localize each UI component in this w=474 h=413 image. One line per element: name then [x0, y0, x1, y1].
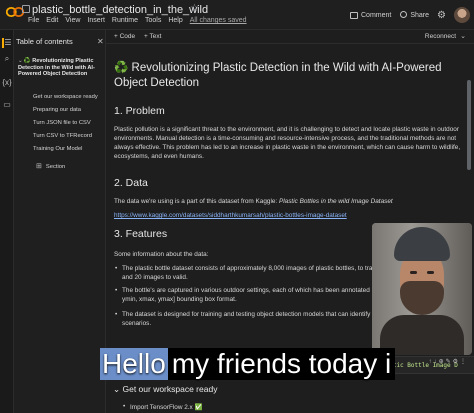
comment-label: Comment [361, 11, 392, 19]
scrollbar[interactable] [467, 60, 471, 350]
feature-item: The plastic bottle dataset consists of a… [115, 265, 382, 283]
problem-text: Plastic pollution is a significant threa… [114, 126, 461, 160]
recycle-icon: ♻️ [114, 62, 129, 74]
comment-icon [350, 11, 358, 19]
menu-file[interactable]: File [28, 17, 39, 27]
toc-icon[interactable]: ☰ [2, 38, 12, 48]
data-text-prefix: The data we're using is a part of this d… [114, 198, 279, 205]
chevron-down-icon[interactable]: ⌄ [460, 32, 466, 40]
webcam-person-eye [427, 271, 434, 274]
save-status[interactable]: All changes saved [190, 17, 247, 27]
workspace-heading-text: Get our workspace ready [122, 384, 218, 394]
share-icon [399, 11, 408, 19]
header-actions: Comment Share ⚙ [350, 5, 470, 25]
toc-item-workspace[interactable]: Get our workspace ready [33, 94, 98, 100]
reconnect-button[interactable]: Reconnect [425, 33, 456, 40]
toc-panel: Table of contents ✕ ⌄♻️ Revolutionizing … [14, 30, 106, 413]
add-section-label: Section [45, 164, 66, 170]
features-heading: 3. Features [114, 228, 168, 240]
menu-edit[interactable]: Edit [46, 17, 58, 27]
variables-icon[interactable]: {x} [2, 78, 12, 88]
video-caption: Hello my friends today i [100, 346, 396, 382]
add-text-button[interactable]: + Text [144, 33, 161, 40]
toc-item-preparing[interactable]: Preparing our data [33, 107, 81, 113]
menu-insert[interactable]: Insert [87, 17, 105, 27]
share-label: Share [410, 11, 430, 19]
data-heading: 2. Data [114, 177, 148, 189]
gear-icon[interactable]: ⚙ [437, 10, 446, 21]
toc-item-training[interactable]: Training Our Model [33, 146, 82, 152]
share-button[interactable]: Share [399, 11, 429, 19]
avatar[interactable] [454, 7, 470, 23]
workspace-bullet: Import TensorFlow 2.x ✅ [123, 403, 203, 411]
notebook-title[interactable]: plastic_bottle_detection_in_the_wild [32, 4, 208, 16]
colab-header: plastic_bottle_detection_in_the_wild ☆ F… [0, 0, 474, 30]
page-title-text: Revolutionizing Plastic Detection in the… [114, 62, 442, 89]
menu-tools[interactable]: Tools [145, 17, 161, 27]
toc-item-csv-tfrecord[interactable]: Turn CSV to TFRecord [33, 133, 92, 139]
notebook-toolbar: + Code + Text Reconnect ⌄ [106, 30, 474, 44]
toc-title: Table of contents [16, 37, 73, 46]
add-section-button[interactable]: ⊞ Section [36, 162, 65, 170]
add-code-button[interactable]: + Code [114, 33, 135, 40]
page-title: ♻️ Revolutionizing Plastic Detection in … [114, 61, 464, 91]
menu-runtime[interactable]: Runtime [112, 17, 138, 27]
comment-button[interactable]: Comment [350, 11, 392, 19]
data-text: The data we're using is a part of this d… [114, 197, 466, 206]
problem-heading: 1. Problem [114, 105, 165, 117]
toc-main-heading-label: ♻️ Revolutionizing Plastic Detection in … [18, 58, 95, 78]
workspace-heading: ⌄ Get our workspace ready [113, 384, 217, 395]
toc-main-heading[interactable]: ⌄♻️ Revolutionizing Plastic Detection in… [18, 58, 104, 78]
caption-text: my friends today i [167, 348, 396, 380]
webcam-person-eye [410, 271, 417, 274]
dataset-name: Plastic Bottles in the wild Image Datase… [278, 198, 393, 205]
close-icon[interactable]: ✕ [97, 37, 104, 46]
caption-highlight-word: Hello [100, 348, 168, 380]
toc-header: Table of contents ✕ [16, 37, 104, 49]
menu-bar: File Edit View Insert Runtime Tools Help… [28, 17, 247, 27]
menu-help[interactable]: Help [168, 17, 182, 27]
drive-file-icon [22, 5, 30, 13]
side-rail: ☰ ⌕ {x} ▭ [0, 30, 14, 413]
search-icon[interactable]: ⌕ [2, 54, 12, 64]
cell-toolbar[interactable]: ↑↓⊕✎⚙⋮ [429, 358, 468, 365]
chevron-down-icon[interactable]: ⌄ [18, 58, 23, 64]
webcam-overlay [372, 223, 472, 355]
feature-item: The bottle's are captured in various out… [115, 287, 382, 305]
files-icon[interactable]: ▭ [2, 100, 12, 110]
star-icon[interactable]: ☆ [190, 3, 199, 14]
menu-view[interactable]: View [65, 17, 80, 27]
scrollbar-thumb[interactable] [467, 80, 471, 170]
toc-item-json-csv[interactable]: Turn JSON file to CSV [33, 120, 91, 126]
plus-icon: ⊞ [36, 163, 42, 170]
dataset-link[interactable]: https://www.kaggle.com/datasets/siddhart… [114, 211, 466, 220]
